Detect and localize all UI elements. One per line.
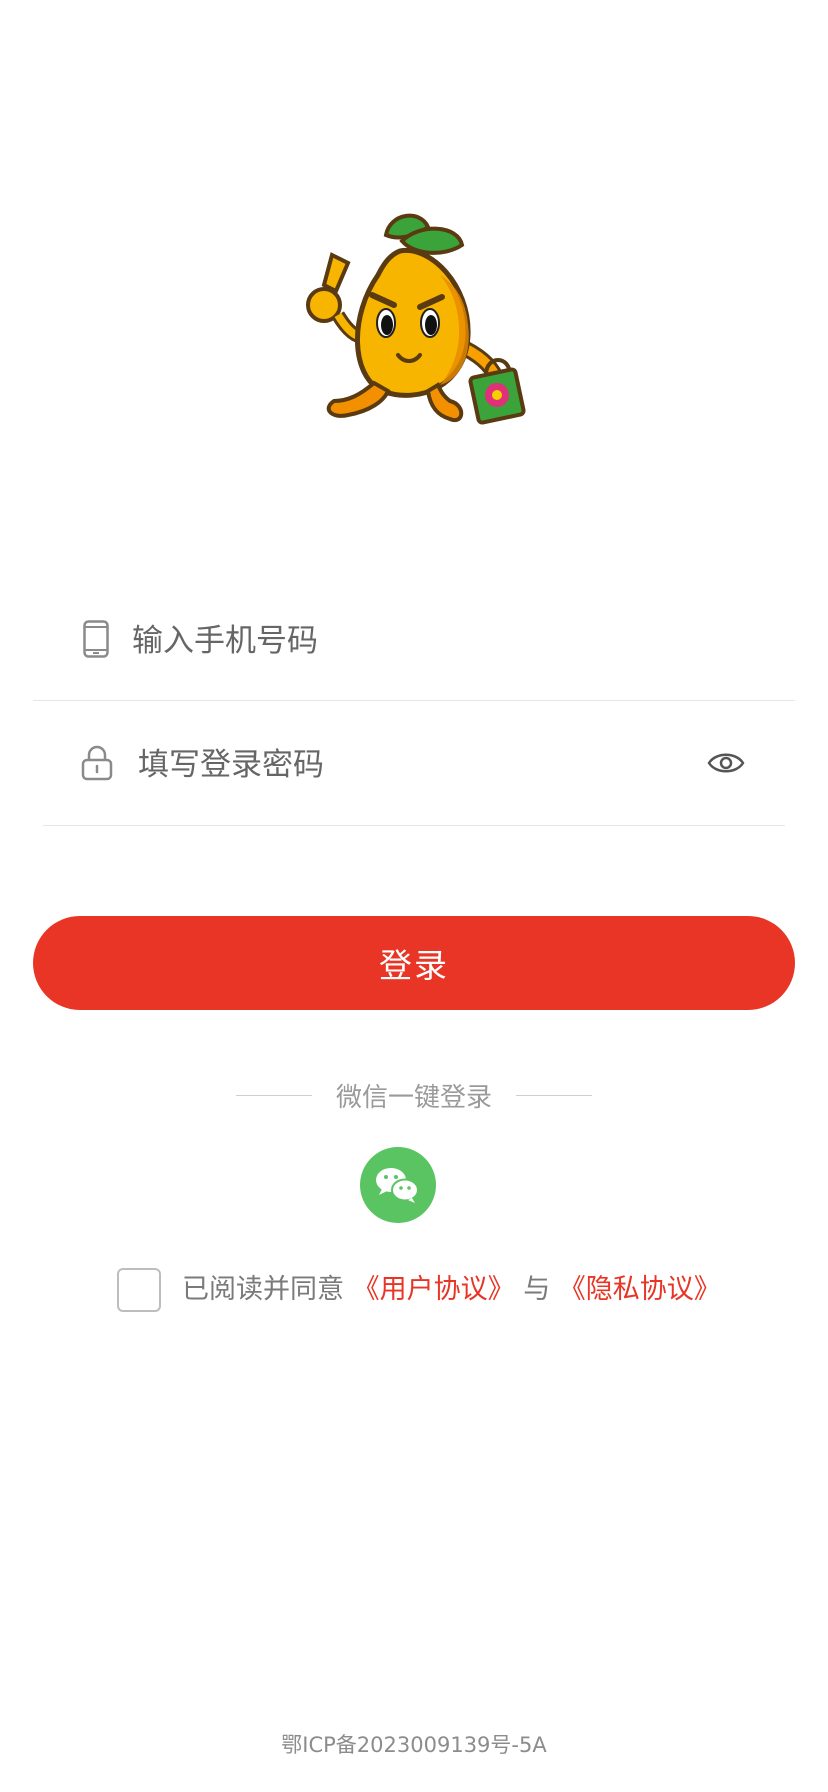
- wechat-login-title: 微信一键登录: [335, 1083, 492, 1113]
- mascot-logo: [306, 213, 526, 425]
- lock-icon: [81, 745, 113, 781]
- eye-icon[interactable]: [707, 748, 745, 778]
- password-input[interactable]: [136, 736, 680, 794]
- phone-input[interactable]: [130, 612, 734, 670]
- wechat-divider-right: [516, 1095, 592, 1096]
- agree-checkbox[interactable]: [117, 1268, 161, 1312]
- password-divider: [43, 825, 785, 826]
- privacy-agreement-link[interactable]: 《隐私协议》: [559, 1274, 721, 1305]
- agreement-prefix: 已阅读并同意: [182, 1274, 344, 1305]
- wechat-login-button[interactable]: [360, 1147, 436, 1223]
- user-agreement-link[interactable]: 《用户协议》: [353, 1274, 515, 1305]
- agreement-connector: 与: [523, 1274, 551, 1305]
- phone-divider: [33, 700, 795, 701]
- icp-footer[interactable]: 鄂ICP备2023009139号-5A: [0, 1729, 828, 1759]
- login-button[interactable]: 登录: [33, 916, 795, 1010]
- wechat-icon: [376, 1168, 419, 1203]
- agreement-text: 已阅读并同意 《用户协议》 与 《隐私协议》: [182, 1270, 721, 1310]
- phone-icon: [83, 620, 109, 658]
